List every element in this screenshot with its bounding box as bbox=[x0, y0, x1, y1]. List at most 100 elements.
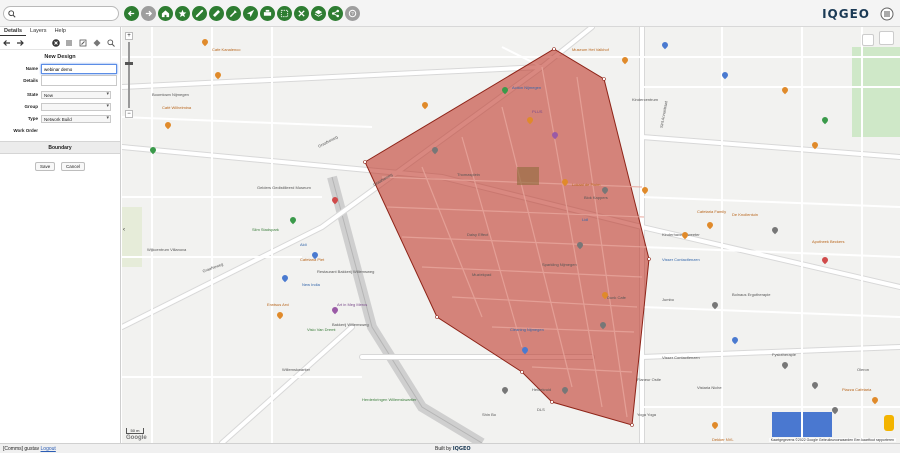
map-label: Bakkerij Willemsweg bbox=[332, 322, 369, 327]
work-order-field[interactable] bbox=[41, 126, 117, 136]
state-label: State bbox=[26, 92, 38, 97]
panel-tabs: Details Layers Help bbox=[0, 27, 120, 36]
map-label: Thomasplein bbox=[457, 172, 480, 177]
fullscreen-icon[interactable] bbox=[862, 34, 874, 46]
map-label: Lokaal de Pluim bbox=[572, 182, 601, 187]
map-layers-icon[interactable] bbox=[879, 31, 894, 45]
map-view[interactable]: + − ‹ Graafseweg Graafseweg Sint Annastraa… bbox=[122, 27, 900, 443]
type-select[interactable]: Network Build bbox=[41, 115, 111, 123]
map-label: PLUS bbox=[532, 109, 543, 114]
status-user: [Comms] gustav Logout bbox=[3, 446, 56, 452]
map-label: Visser Contactlenzen bbox=[662, 257, 700, 262]
group-row: Group bbox=[0, 101, 120, 113]
tab-details[interactable]: Details bbox=[0, 27, 27, 36]
tools-icon bbox=[298, 10, 305, 17]
name-field[interactable] bbox=[41, 64, 117, 74]
close-icon[interactable] bbox=[52, 39, 60, 47]
details-label: Details bbox=[23, 78, 38, 83]
navigate-button[interactable] bbox=[243, 6, 258, 21]
edit-button[interactable] bbox=[226, 6, 241, 21]
star-icon bbox=[178, 9, 187, 18]
home-icon bbox=[161, 10, 170, 18]
forward-button[interactable] bbox=[141, 6, 156, 21]
boundary-section[interactable]: Boundary bbox=[0, 141, 120, 154]
bookmark-button[interactable] bbox=[175, 6, 190, 21]
menu-icon[interactable] bbox=[880, 7, 894, 21]
search-icon bbox=[8, 10, 16, 18]
home-button[interactable] bbox=[158, 6, 173, 21]
collapse-panel-icon[interactable]: ‹ bbox=[123, 227, 125, 233]
map-label: Kindercentrum bbox=[632, 97, 659, 102]
layers-button[interactable] bbox=[311, 6, 326, 21]
user-label: [Comms] gustav bbox=[3, 446, 40, 452]
print-button[interactable] bbox=[260, 6, 275, 21]
map-label: Gelders Gedistilleerd Museum bbox=[257, 185, 311, 190]
map-label: Lidl bbox=[582, 217, 589, 222]
built-by-brand: IQGEO bbox=[452, 446, 471, 452]
map-label: Action Nijmegen bbox=[512, 85, 542, 90]
tab-help[interactable]: Help bbox=[51, 27, 70, 36]
map-label: Art in Meg Mercs bbox=[337, 302, 368, 307]
map-label: Oleron bbox=[857, 367, 870, 372]
group-select[interactable] bbox=[41, 103, 111, 111]
logout-link[interactable]: Logout bbox=[41, 446, 56, 452]
zoom-slider[interactable] bbox=[125, 42, 133, 108]
link-icon bbox=[195, 9, 204, 18]
form-buttons: Save Cancel bbox=[0, 162, 120, 171]
arrow-left-icon bbox=[127, 10, 135, 17]
search-icon[interactable] bbox=[107, 39, 115, 47]
map-label: Cafetaria Family bbox=[697, 209, 727, 214]
measure-button[interactable] bbox=[209, 6, 224, 21]
navigate-icon bbox=[246, 9, 255, 18]
pencil-icon bbox=[229, 10, 237, 18]
details-panel: Details Layers Help New Design Name Deta… bbox=[0, 27, 121, 443]
map-label: Slim Stadspark bbox=[252, 227, 279, 232]
select-button[interactable] bbox=[277, 6, 292, 21]
details-row: Details bbox=[0, 75, 120, 89]
map-label: Museum Het Valkhof bbox=[572, 47, 609, 52]
back-button[interactable] bbox=[124, 6, 139, 21]
zoom-slider-handle[interactable] bbox=[125, 62, 133, 65]
search-input[interactable] bbox=[3, 6, 119, 21]
ruler-icon bbox=[212, 9, 221, 18]
zoom-to-icon[interactable] bbox=[93, 39, 101, 47]
state-select[interactable]: New bbox=[41, 91, 111, 99]
panel-title: New Design bbox=[44, 54, 76, 60]
street-view-icon[interactable] bbox=[884, 415, 894, 431]
list-icon[interactable] bbox=[65, 39, 73, 47]
print-icon bbox=[263, 9, 272, 16]
zoom-out-button[interactable]: − bbox=[125, 110, 133, 118]
app-logo: IQGEO bbox=[822, 7, 870, 21]
map-label: Daisy Effect bbox=[467, 232, 489, 237]
map-label: Café Wilhelmina bbox=[162, 105, 192, 110]
map-label: Cafetaria Piet bbox=[300, 257, 325, 262]
map-label: Bolnaus Ergotherapie bbox=[732, 292, 771, 297]
cancel-button[interactable]: Cancel bbox=[60, 162, 85, 171]
tools-button[interactable] bbox=[294, 6, 309, 21]
link-button[interactable] bbox=[192, 6, 207, 21]
map-label: Heidekruid bbox=[532, 387, 552, 392]
map-label: Yoga Yoga bbox=[637, 412, 656, 417]
share-button[interactable] bbox=[328, 6, 343, 21]
tab-layers[interactable]: Layers bbox=[26, 27, 51, 36]
layers-icon bbox=[314, 9, 323, 17]
map-label: Jumbo bbox=[662, 297, 675, 302]
group-label: Group bbox=[24, 104, 39, 109]
map-label: De Knollentuin bbox=[732, 212, 759, 217]
work-order-row: Work Order bbox=[0, 125, 120, 137]
main-toolbar: ? bbox=[124, 4, 360, 23]
map-attribution[interactable]: Kaartgegevens ©2022 Google Gebruiksvoorw… bbox=[768, 438, 896, 442]
map-label: Restaurant Bakkerij Willemsweg bbox=[317, 269, 375, 274]
zoom-in-button[interactable]: + bbox=[125, 32, 133, 40]
edit-icon[interactable] bbox=[79, 39, 87, 47]
arrow-left-icon[interactable] bbox=[3, 39, 11, 47]
panel-toolbar bbox=[0, 36, 120, 50]
save-button[interactable]: Save bbox=[35, 162, 56, 171]
map-label: Visser Contactlenzen bbox=[662, 355, 700, 360]
arrow-right-icon[interactable] bbox=[16, 39, 24, 47]
map-label: Flaneur Ostle bbox=[637, 377, 662, 382]
scale-bar: 50 m bbox=[126, 428, 144, 434]
help-button[interactable]: ? bbox=[345, 6, 360, 21]
details-field[interactable] bbox=[41, 75, 117, 86]
map-label: Cleaning Nijmegen bbox=[510, 327, 544, 332]
